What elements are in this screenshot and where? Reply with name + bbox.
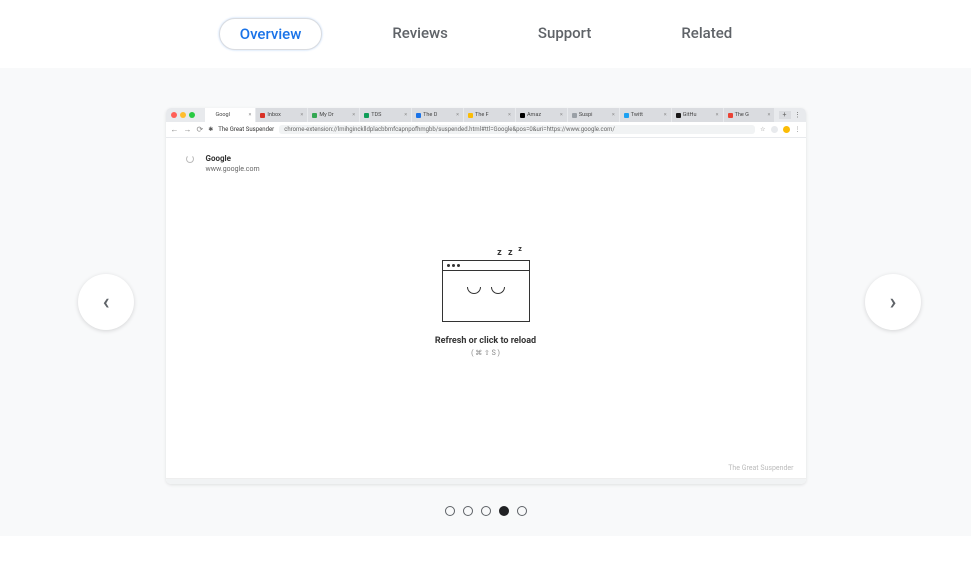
- window-traffic-lights: [171, 112, 195, 118]
- tab-favicon-icon: [520, 113, 525, 118]
- nav-reload-icon: ⟳: [197, 125, 204, 134]
- browser-tab: Suspi ×: [568, 108, 619, 122]
- browser-tab-label: Amaz: [527, 112, 541, 118]
- tab-close-icon: ×: [352, 112, 355, 118]
- browser-tab: Amaz ×: [516, 108, 567, 122]
- tab-favicon-icon: [468, 113, 473, 118]
- sleeping-window-icon: [442, 260, 530, 322]
- reload-instruction-text: Refresh or click to reload: [186, 336, 786, 346]
- browser-tab-label: Twitt: [631, 112, 643, 118]
- browser-tab: The G ×: [724, 108, 775, 122]
- browser-url-bar: ← → ⟳ ✱ The Great Suspender chrome-exten…: [166, 122, 806, 138]
- browser-tab-label: The D: [423, 112, 437, 118]
- carousel-dots: [0, 506, 971, 516]
- browser-tab-label: The F: [475, 112, 489, 118]
- tab-favicon-icon: [572, 113, 577, 118]
- tab-close-icon: ×: [716, 112, 719, 118]
- screenshot-footer-brand: The Great Suspender: [728, 464, 793, 472]
- screenshot-bottom-strip: [166, 478, 806, 484]
- tab-favicon-icon: [209, 113, 214, 118]
- chevron-right-icon: ›: [890, 290, 897, 315]
- browser-tab: GitHu ×: [672, 108, 723, 122]
- browser-tab-label: Suspi: [579, 112, 593, 118]
- suspended-page-title: Google: [206, 154, 260, 163]
- suspended-page-url: www.google.com: [206, 165, 260, 173]
- browser-tab-label: Inbox: [267, 112, 280, 118]
- tab-close-icon: ×: [456, 112, 459, 118]
- tab-close-icon: ×: [560, 112, 563, 118]
- browser-tab-label: TDS: [371, 112, 381, 118]
- tab-related[interactable]: Related: [661, 18, 752, 50]
- browser-tab: Googl ×: [205, 108, 256, 122]
- suspended-page-header: Google www.google.com: [186, 154, 786, 173]
- browser-tab: Inbox ×: [256, 108, 307, 122]
- browser-menu-icon: ⋮: [795, 126, 801, 133]
- sleeping-tab-illustration: z z z Refresh or click to reload ( ⌘ ⇧ S…: [186, 245, 786, 357]
- carousel-dot[interactable]: [445, 506, 455, 516]
- tab-favicon-icon: [728, 113, 733, 118]
- tab-close-icon: ×: [612, 112, 615, 118]
- browser-tab: Twitt ×: [620, 108, 671, 122]
- tab-favicon-icon: [260, 113, 265, 118]
- tab-favicon-icon: [624, 113, 629, 118]
- browser-tab-label: The G: [735, 112, 749, 118]
- screenshot-slide: Googl×Inbox×My Dr×TDS×The D×The F×Amaz×S…: [166, 108, 806, 484]
- tab-reviews[interactable]: Reviews: [372, 18, 468, 50]
- tab-close-icon: ×: [404, 112, 407, 118]
- tab-support[interactable]: Support: [518, 18, 611, 50]
- carousel-dot[interactable]: [517, 506, 527, 516]
- bookmark-star-icon: ☆: [760, 126, 765, 133]
- carousel-next-button[interactable]: ›: [865, 274, 921, 330]
- screenshot-page-body: Google www.google.com z z z Refresh or c…: [166, 138, 806, 478]
- reload-shortcut-text: ( ⌘ ⇧ S ): [186, 349, 786, 357]
- tab-overview[interactable]: Overview: [219, 18, 323, 50]
- browser-tab: My Dr ×: [308, 108, 359, 122]
- tab-close-icon: ×: [248, 112, 251, 118]
- tab-favicon-icon: [676, 113, 681, 118]
- browser-tab-label: GitHu: [683, 112, 697, 118]
- tab-close-icon: ×: [508, 112, 511, 118]
- url-bar-address: chrome-extension://lmihgincklldplacbbmfc…: [279, 125, 755, 134]
- url-bar-title: The Great Suspender: [218, 126, 274, 133]
- browser-tab-label: My Dr: [319, 112, 333, 118]
- new-tab-button: +: [779, 111, 791, 119]
- nav-forward-icon: →: [184, 125, 192, 134]
- browser-tab: TDS ×: [360, 108, 411, 122]
- browser-tab: The F ×: [464, 108, 515, 122]
- tab-overflow-icon: ⋮: [795, 111, 801, 119]
- zzz-icon: z z z: [236, 245, 786, 258]
- chevron-left-icon: ‹: [103, 290, 110, 315]
- nav-back-icon: ←: [171, 125, 179, 134]
- carousel-dot[interactable]: [499, 506, 509, 516]
- tab-favicon-icon: [416, 113, 421, 118]
- extension-tabs: Overview Reviews Support Related: [0, 0, 971, 68]
- browser-tab: The D ×: [412, 108, 463, 122]
- browser-tab-label: Googl: [216, 112, 230, 118]
- extension-icon-2: [783, 126, 790, 133]
- carousel-prev-button[interactable]: ‹: [78, 274, 134, 330]
- extension-icon-1: [771, 126, 778, 133]
- tab-close-icon: ×: [768, 112, 771, 118]
- screenshot-carousel: ‹ › Googl×Inbox×My Dr×TDS×The D×The F×Am…: [0, 68, 971, 536]
- carousel-dot[interactable]: [463, 506, 473, 516]
- carousel-dot[interactable]: [481, 506, 491, 516]
- tab-favicon-icon: [312, 113, 317, 118]
- tab-close-icon: ×: [664, 112, 667, 118]
- tab-favicon-icon: [364, 113, 369, 118]
- tab-close-icon: ×: [300, 112, 303, 118]
- extension-favicon-icon: ✱: [208, 126, 213, 133]
- loading-spinner-icon: [186, 155, 194, 163]
- browser-tab-strip: Googl×Inbox×My Dr×TDS×The D×The F×Amaz×S…: [166, 108, 806, 122]
